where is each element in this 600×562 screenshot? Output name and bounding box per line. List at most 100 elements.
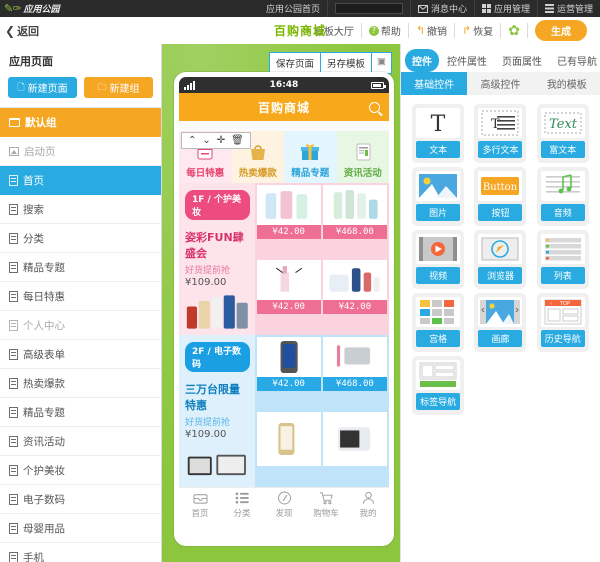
page-list-item-label: 手机	[23, 551, 44, 562]
list-icon	[544, 4, 554, 13]
topbar-search[interactable]	[326, 0, 410, 17]
page-list-item[interactable]: 个护美妆	[0, 456, 161, 485]
product-card[interactable]: ¥468.00	[322, 337, 387, 391]
bottom-nav-label: 发现	[275, 508, 293, 519]
page-list-item[interactable]: 精品专题	[0, 398, 161, 427]
page-list-item[interactable]: 分类	[0, 224, 161, 253]
widget-item[interactable]: 画廊	[471, 293, 529, 352]
svg-text:Text: Text	[549, 117, 578, 132]
undo-button[interactable]: ↰ 撤销	[409, 23, 456, 38]
search-icon[interactable]	[369, 101, 380, 113]
page-list-item-label: 电子数码	[23, 493, 65, 506]
page-list-item[interactable]: 每日特惠	[0, 282, 161, 311]
file-icon	[9, 522, 18, 534]
bottom-nav-item[interactable]: 购物车	[305, 491, 347, 519]
help-button[interactable]: ? 帮助	[362, 23, 409, 38]
panel-tab[interactable]: 已有导航	[550, 49, 600, 72]
page-list-item-label: 母婴用品	[23, 522, 65, 535]
widget-label: 视频	[416, 267, 461, 284]
file-icon	[9, 464, 18, 476]
move-down-icon[interactable]: ⌄	[202, 135, 210, 146]
generate-button-wrap: 生成	[528, 20, 594, 41]
product-card[interactable]: ¥468.00	[322, 185, 387, 239]
widget-item[interactable]: T 多行文本	[471, 104, 529, 163]
delete-icon[interactable]: 🗑	[231, 135, 244, 146]
widget-item[interactable]: Button 按钮	[471, 167, 529, 226]
widget-item[interactable]: Text 富文本	[534, 104, 592, 163]
add-icon[interactable]: ✛	[217, 135, 225, 146]
product-card[interactable]: ¥42.00	[256, 337, 321, 391]
page-list-item[interactable]: 高级表单	[0, 340, 161, 369]
floor-1-price: ¥109.00	[185, 277, 227, 288]
new-page-button[interactable]: 🗋 新建页面	[8, 77, 77, 98]
category-tile-label: 热卖爆款	[238, 168, 277, 179]
widget-grid: T 文本 T 多行文本 Text 富文本图片 Button 按钮 音频视频 浏览器 列表宫格 画廊 TO…	[401, 95, 600, 424]
product-card[interactable]	[256, 412, 321, 466]
page-list-item-label: 启动页	[24, 145, 56, 158]
panel-subtab[interactable]: 基础控件	[401, 72, 468, 95]
product-card[interactable]: ¥42.00	[256, 185, 321, 239]
page-list-item[interactable]: 首页	[0, 166, 161, 195]
page-list-item[interactable]: 母婴用品	[0, 514, 161, 543]
brand-logo[interactable]: ✎✑ 应用公园	[0, 2, 59, 15]
page-list-item[interactable]: 精品专题	[0, 253, 161, 282]
preview-icon-button[interactable]: ▣	[371, 52, 392, 74]
product-card[interactable]: ¥42.00	[322, 260, 387, 314]
topbar-item-home[interactable]: 应用公园首页	[259, 0, 327, 17]
panel-subtab[interactable]: 高级控件	[467, 72, 533, 95]
widget-item[interactable]: 标签导航	[409, 356, 467, 415]
rich-text-icon: Text	[540, 108, 585, 138]
page-list-item[interactable]: 个人中心	[0, 311, 161, 340]
back-button[interactable]: ❮ 返回	[0, 23, 39, 39]
panel-tab[interactable]: 控件属性	[440, 49, 494, 72]
page-list-item[interactable]: 搜索	[0, 195, 161, 224]
bottom-nav-item[interactable]: 分类	[221, 491, 263, 519]
topbar-item-operation[interactable]: 运营管理	[536, 0, 600, 17]
bottom-nav-item[interactable]: 我的	[347, 491, 389, 519]
status-time: 16:48	[269, 80, 299, 90]
widget-item[interactable]: T 文本	[409, 104, 467, 163]
widget-item[interactable]: 列表	[534, 230, 592, 289]
save-page-button[interactable]: 保存页面	[268, 52, 321, 74]
page-list-item-label: 高级表单	[23, 348, 65, 361]
move-up-icon[interactable]: ⌃	[188, 135, 196, 146]
topbar-item-messages[interactable]: 消息中心	[409, 0, 474, 17]
widget-item[interactable]: 宫格	[409, 293, 467, 352]
new-group-button[interactable]: 🗀 新建组	[84, 77, 153, 98]
page-list-item[interactable]: 手机	[0, 543, 161, 562]
save-template-button[interactable]: 另存模板	[320, 52, 373, 74]
panel-tab[interactable]: 页面属性	[495, 49, 549, 72]
widget-item[interactable]: 浏览器	[471, 230, 529, 289]
panel-tab[interactable]: 控件	[405, 48, 439, 72]
grid-icon	[481, 4, 491, 13]
widget-hover-toolbar[interactable]: ⌃ ⌄ ✛ 🗑	[181, 132, 251, 149]
redo-button[interactable]: ↱ 恢复	[455, 23, 502, 38]
product-card[interactable]: ¥42.00	[256, 260, 321, 314]
bottom-nav-item[interactable]: 发现	[263, 491, 305, 519]
widget-label: 音频	[540, 204, 585, 221]
floor-2-sub: 好货提前抢	[185, 418, 231, 428]
category-tile-label: 资讯活动	[343, 168, 382, 179]
panel-subtab[interactable]: 我的模板	[534, 72, 600, 95]
page-list-item[interactable]: 热卖爆款	[0, 369, 161, 398]
settings-button[interactable]: ✿	[501, 23, 528, 39]
widget-item[interactable]: 视频	[409, 230, 467, 289]
search-input[interactable]	[334, 3, 403, 14]
page-list-item[interactable]: 启动页	[0, 137, 161, 166]
topbar-item-app-manage[interactable]: 应用管理	[473, 0, 537, 17]
widget-item[interactable]: 音频	[534, 167, 592, 226]
generate-button[interactable]: 生成	[535, 20, 587, 41]
product-card[interactable]	[322, 412, 387, 466]
page-list-item[interactable]: 资讯活动	[0, 427, 161, 456]
widget-item[interactable]: TOP ‹ 历史导航	[534, 293, 592, 352]
category-tile[interactable]: 资讯活动	[336, 131, 389, 183]
user-icon	[361, 491, 376, 505]
bottom-nav-item[interactable]: 首页	[179, 491, 221, 519]
page-list-item-label: 热卖爆款	[23, 377, 65, 390]
widget-item[interactable]: 图片	[409, 167, 467, 226]
page-list-item[interactable]: 默认组	[0, 108, 161, 137]
page-list-item[interactable]: 电子数码	[0, 485, 161, 514]
category-tile[interactable]: 精品专题	[284, 131, 337, 183]
multiline-text-icon: T	[478, 108, 523, 138]
file-icon	[9, 377, 18, 389]
